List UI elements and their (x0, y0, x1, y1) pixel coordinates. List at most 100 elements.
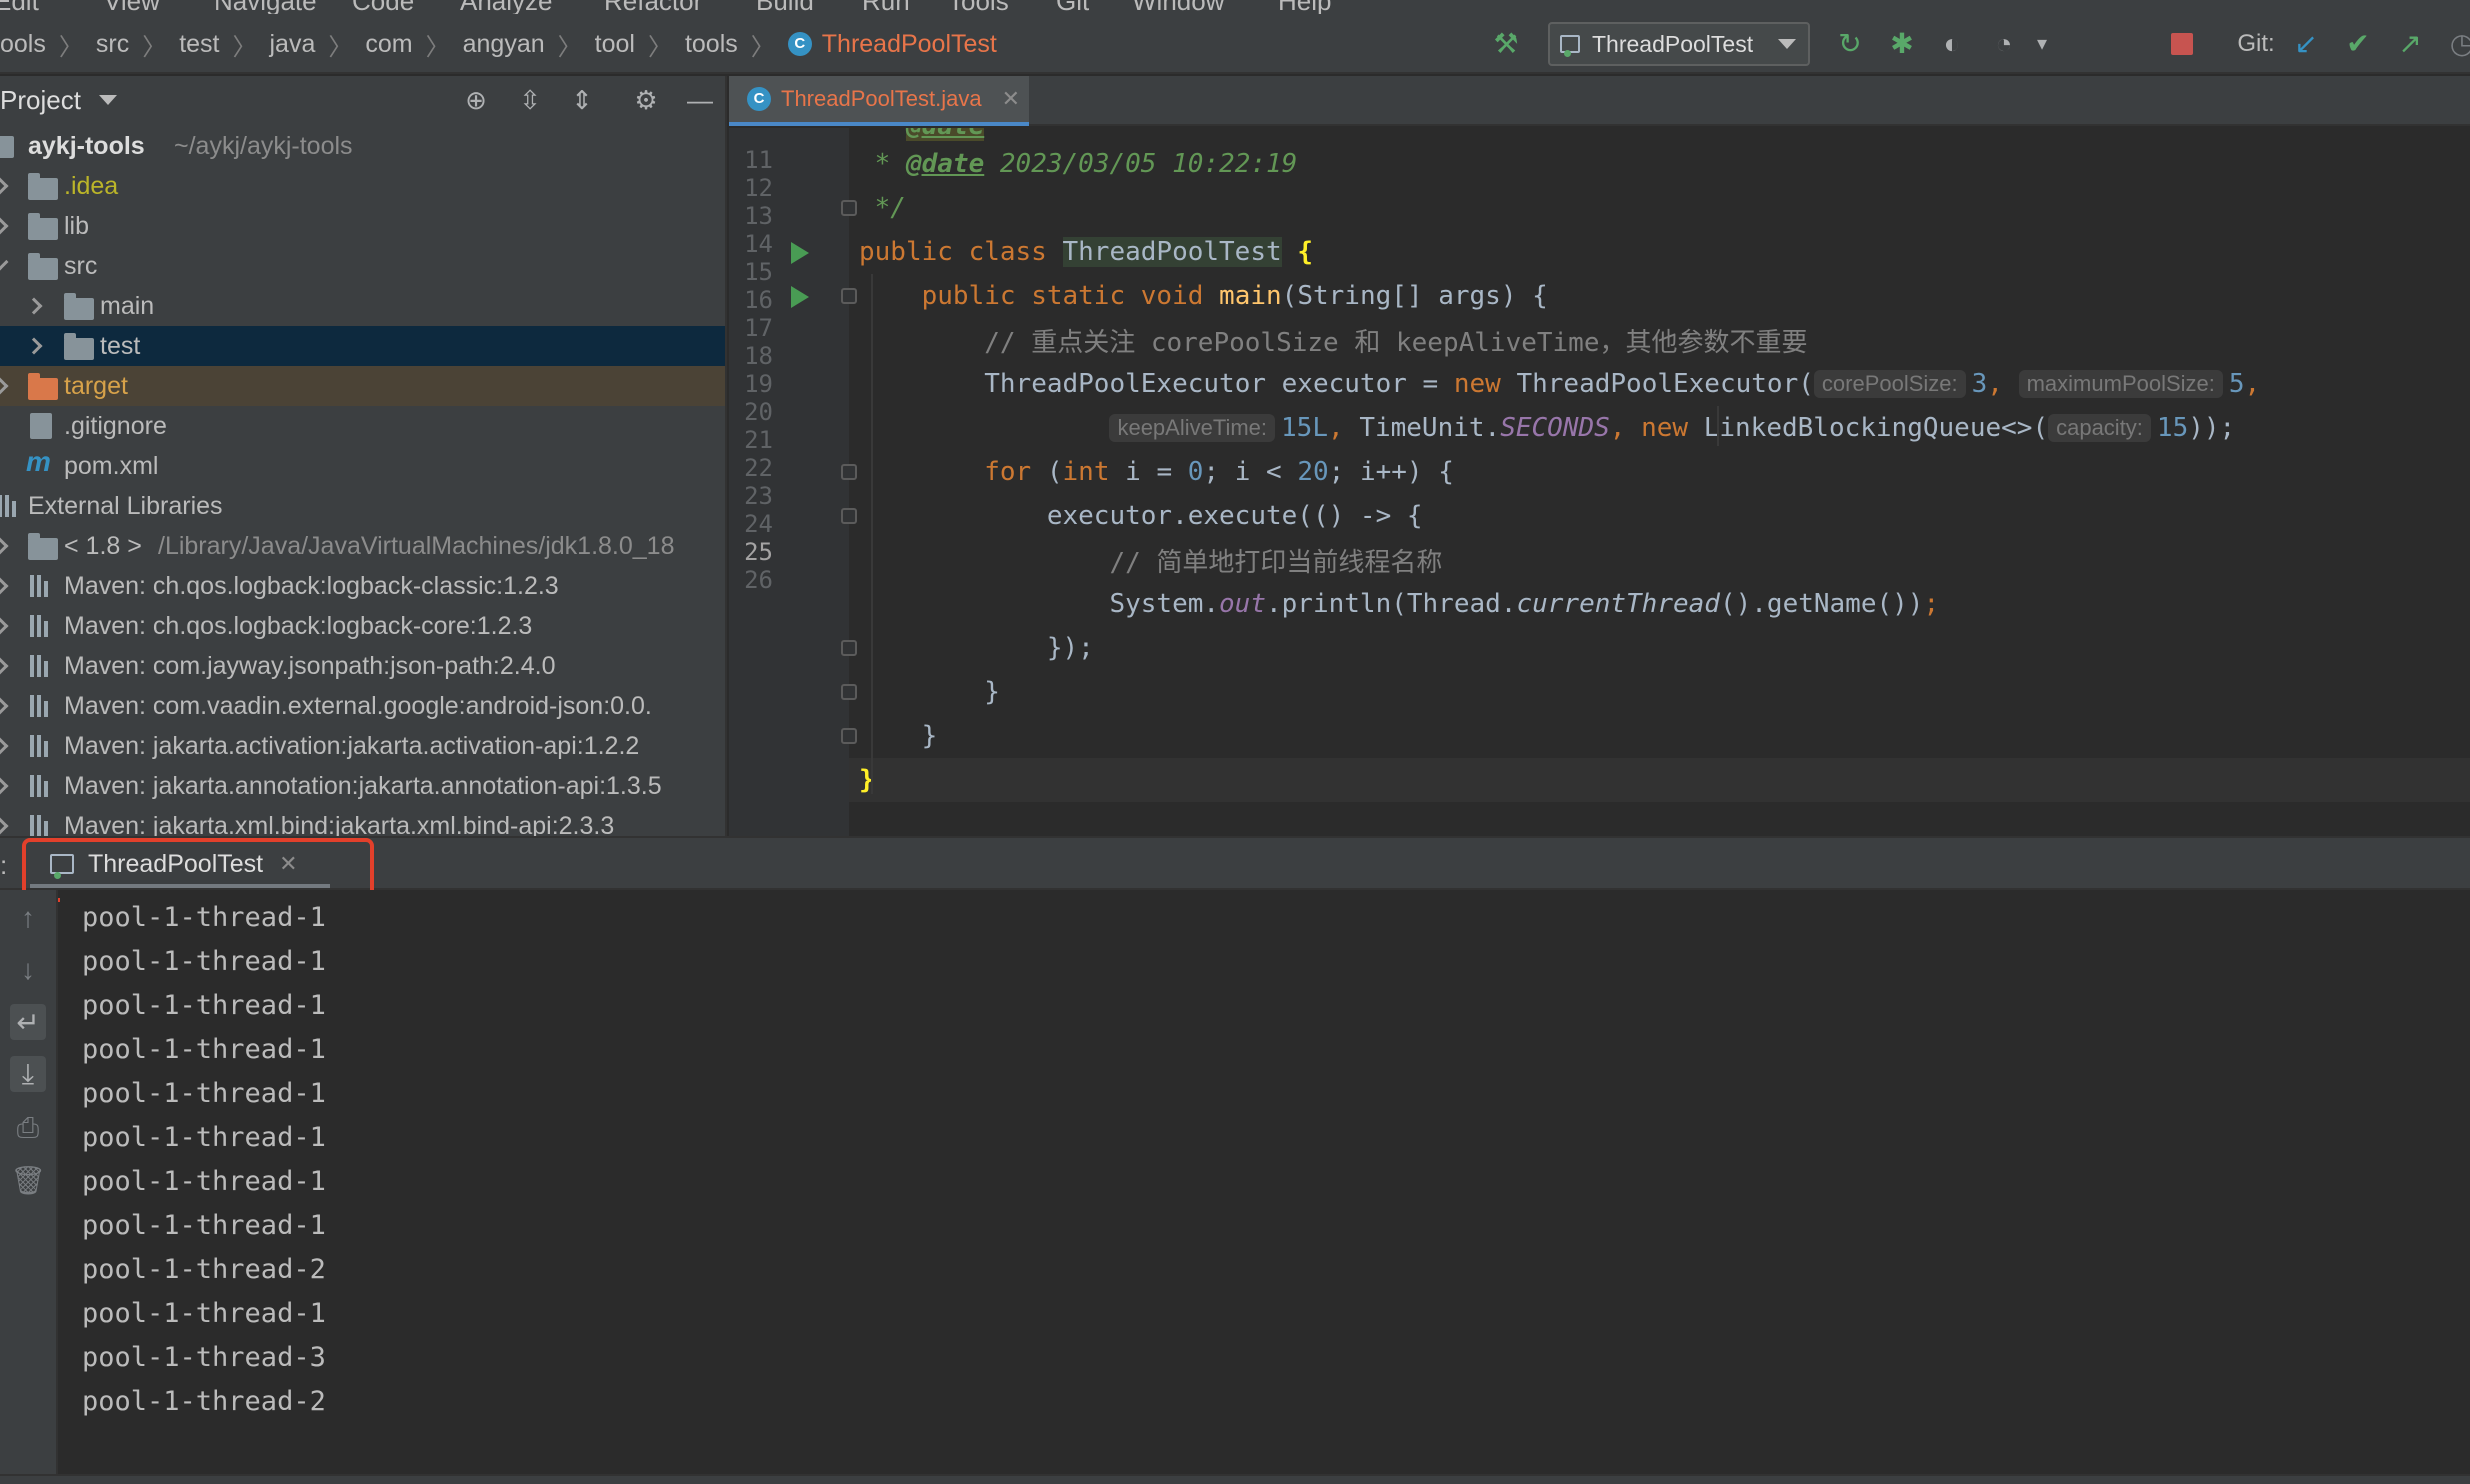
hide-minimize-icon[interactable]: — (684, 84, 716, 116)
chevron-right-icon[interactable] (0, 657, 9, 675)
tree-item-idea[interactable]: .idea (0, 166, 725, 206)
tree-item-library[interactable]: Maven: com.vaadin.external.google:androi… (0, 686, 725, 726)
menu-edit[interactable]: Edit (0, 0, 39, 14)
chevron-right-icon[interactable] (0, 537, 9, 555)
profiler-icon[interactable]: ◔ (1988, 28, 2020, 60)
run-configuration-select[interactable]: ThreadPoolTest (1548, 22, 1810, 66)
menu-code[interactable]: Code (352, 0, 414, 14)
arrow-up-icon[interactable]: ↑ (10, 900, 46, 936)
git-update-arrow-icon[interactable]: ↙ (2290, 28, 2322, 60)
line-number: 22 (744, 454, 773, 482)
tree-item-main[interactable]: main (0, 286, 725, 326)
gear-icon[interactable]: ⚙ (630, 84, 662, 116)
chevron-right-icon[interactable] (25, 337, 43, 355)
menu-help[interactable]: Help (1278, 0, 1331, 14)
menu-refactor[interactable]: Refactor (604, 0, 702, 14)
tree-item-gitignore[interactable]: .gitignore (0, 406, 725, 446)
locate-target-icon[interactable]: ⊕ (460, 84, 492, 116)
breadcrumb-item[interactable]: angyan (463, 30, 545, 59)
line-number: 16 (744, 286, 773, 314)
breadcrumb-item[interactable]: test (179, 30, 219, 59)
breadcrumb-item[interactable]: com (365, 30, 412, 59)
breadcrumb-item[interactable]: src (96, 30, 129, 59)
tab-threadpooltest-java[interactable]: ThreadPoolTest.java ✕ (729, 76, 1029, 126)
menu-git[interactable]: Git (1056, 0, 1089, 14)
tree-item-target[interactable]: target (0, 366, 725, 406)
chevron-right-icon[interactable] (0, 617, 9, 635)
project-header: Project ⊕ ⇳ ⇕ ⚙ — (0, 76, 725, 124)
more-run-options-chevron-icon[interactable]: ▾ (2026, 28, 2058, 60)
run-gutter-icon[interactable] (791, 242, 809, 264)
fold-marker-icon[interactable] (841, 640, 857, 656)
maven-icon: m (26, 446, 51, 477)
chevron-right-icon[interactable] (0, 577, 9, 595)
fold-marker-icon[interactable] (841, 288, 857, 304)
trash-icon[interactable]: 🗑 (10, 1162, 46, 1198)
print-icon[interactable]: ⎙ (10, 1110, 46, 1146)
scroll-to-end-icon[interactable]: ⤓ (10, 1056, 46, 1092)
console-output[interactable]: pool-1-thread-1 pool-1-thread-1 pool-1-t… (60, 890, 2470, 1474)
fold-marker-icon[interactable] (841, 464, 857, 480)
stop-icon[interactable] (2166, 28, 2198, 60)
fold-marker-icon[interactable] (841, 200, 857, 216)
tree-item-lib[interactable]: lib (0, 206, 725, 246)
chevron-down-icon[interactable] (0, 253, 9, 271)
soft-wrap-icon[interactable]: ↵ (10, 1004, 46, 1040)
chevron-right-icon[interactable] (0, 177, 9, 195)
tree-item-pom[interactable]: m pom.xml (0, 446, 725, 486)
tree-item-path: ~/aykj/aykj-tools (174, 131, 353, 160)
arrow-down-icon[interactable]: ↓ (10, 952, 46, 988)
chevron-right-icon[interactable] (0, 697, 9, 715)
tree-item-src[interactable]: src (0, 246, 725, 286)
tree-item-library[interactable]: Maven: ch.qos.logback:logback-core:1.2.3 (0, 606, 725, 646)
chevron-right-icon[interactable] (25, 297, 43, 315)
breadcrumb-item[interactable]: ools (0, 30, 46, 59)
tree-item-library[interactable]: Maven: jakarta.annotation:jakarta.annota… (0, 766, 725, 806)
coverage-shield-icon[interactable]: ◐ (1936, 28, 1968, 60)
chevron-right-icon[interactable] (0, 817, 9, 835)
chevron-down-icon[interactable] (98, 95, 117, 105)
breadcrumb-item[interactable]: tool (595, 30, 635, 59)
run-side-toolbar: ↑ ↓ ↵ ⤓ ⎙ 🗑 (0, 890, 58, 1484)
tree-item-root[interactable]: aykj-tools ~/aykj/aykj-tools (0, 126, 725, 166)
build-hammer-icon[interactable]: ⚒ (1490, 28, 1522, 60)
debug-bug-icon[interactable]: ✱ (1886, 28, 1918, 60)
chevron-right-icon[interactable] (0, 217, 9, 235)
chevron-right-icon[interactable] (0, 377, 9, 395)
breadcrumb-current-file[interactable]: ThreadPoolTest (822, 30, 997, 59)
indent-guide (1717, 406, 1719, 446)
run-gutter-icon[interactable] (791, 286, 809, 308)
console-line: pool-1-thread-1 (82, 1122, 326, 1153)
tree-item-jdk[interactable]: < 1.8 > /Library/Java/JavaVirtualMachine… (0, 526, 725, 566)
expand-all-icon[interactable]: ⇳ (514, 84, 546, 116)
rerun-icon[interactable]: ↻ (1834, 28, 1866, 60)
git-history-icon[interactable]: ◷ (2446, 28, 2470, 60)
menu-analyze[interactable]: Analyze (460, 0, 553, 14)
menu-build[interactable]: Build (756, 0, 814, 14)
project-title[interactable]: Project (0, 85, 81, 116)
chevron-right-icon[interactable] (0, 737, 9, 755)
menu-tools[interactable]: Tools (948, 0, 1009, 14)
tree-item-label: pom.xml (64, 451, 159, 480)
fold-marker-icon[interactable] (841, 728, 857, 744)
menu-window[interactable]: Window (1132, 0, 1224, 14)
tree-item-external-libraries[interactable]: External Libraries (0, 486, 725, 526)
git-commit-check-icon[interactable]: ✔ (2342, 28, 2374, 60)
tree-item-library[interactable]: Maven: jakarta.xml.bind:jakarta.xml.bind… (0, 806, 725, 836)
code-editor[interactable]: * @date 11 12 13 14 15 16 17 18 19 20 21… (729, 128, 2470, 836)
tree-item-library[interactable]: Maven: com.jayway.jsonpath:json-path:2.4… (0, 646, 725, 686)
fold-marker-icon[interactable] (841, 684, 857, 700)
breadcrumb-item[interactable]: tools (685, 30, 738, 59)
chevron-right-icon[interactable] (0, 777, 9, 795)
tree-item-library[interactable]: Maven: jakarta.activation:jakarta.activa… (0, 726, 725, 766)
tree-item-test[interactable]: test (0, 326, 725, 366)
tree-item-library[interactable]: Maven: ch.qos.logback:logback-classic:1.… (0, 566, 725, 606)
collapse-all-icon[interactable]: ⇕ (566, 84, 598, 116)
breadcrumb-item[interactable]: java (270, 30, 316, 59)
git-push-arrow-icon[interactable]: ↗ (2394, 28, 2426, 60)
fold-marker-icon[interactable] (841, 508, 857, 524)
menu-view[interactable]: View (104, 0, 160, 14)
menu-run[interactable]: Run (862, 0, 910, 14)
close-icon[interactable]: ✕ (1002, 86, 1020, 112)
menu-navigate[interactable]: Navigate (214, 0, 317, 14)
